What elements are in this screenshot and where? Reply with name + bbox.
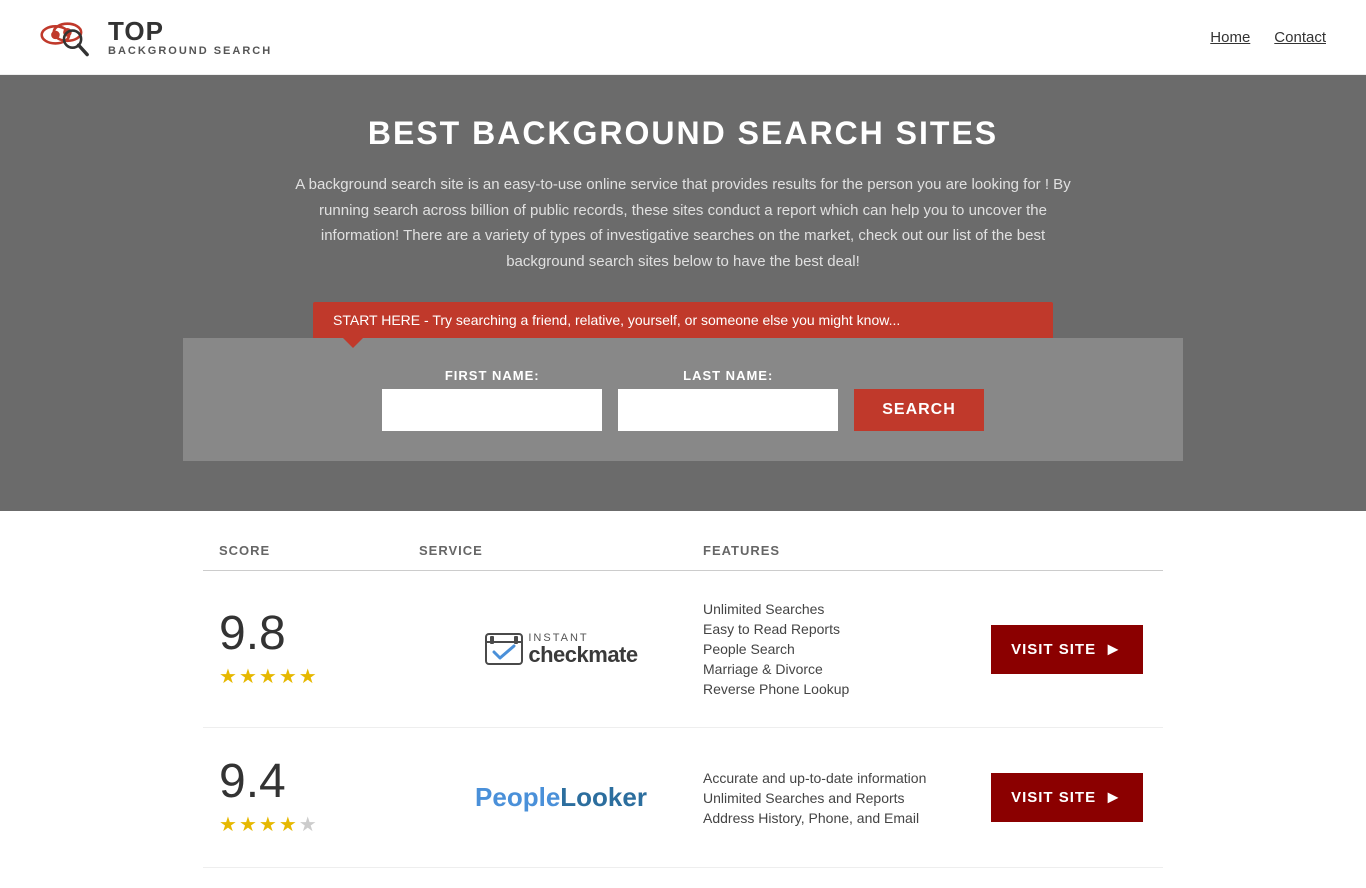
star-2: ★ [239,812,257,837]
star-5: ★ [299,812,317,837]
first-name-group: FIRST NAME: [382,368,602,431]
search-button[interactable]: SEARCH [854,389,984,431]
service-cell: PeopleLooker [419,782,703,813]
logo: TOP BACKGROUND SEARCH [40,12,272,62]
checkmate-logo-icon [484,632,524,666]
star-3: ★ [259,664,277,689]
first-name-input[interactable] [382,389,602,431]
hero-description: A background search site is an easy-to-u… [293,172,1073,274]
last-name-group: LAST NAME: [618,368,838,431]
last-name-input[interactable] [618,389,838,431]
checkmate-text: instant checkmate [528,633,637,666]
feature-item: Unlimited Searches [703,601,987,617]
feature-item: People Search [703,641,987,657]
feature-item: Unlimited Searches and Reports [703,790,987,806]
header-score: SCORE [219,543,419,558]
table-header: SCORE SERVICE FEATURES [203,531,1163,571]
feature-item: Easy to Read Reports [703,621,987,637]
star-1: ★ [219,664,237,689]
arrow-icon: ► [1104,787,1123,808]
table-row: 9.4 ★ ★ ★ ★ ★ PeopleLooker Accurate and … [203,728,1163,868]
score-value: 9.4 [219,758,286,806]
header-features: FEATURES [703,543,987,558]
last-name-label: LAST NAME: [618,368,838,383]
logo-icon [40,12,100,62]
star-2: ★ [239,664,257,689]
search-callout: START HERE - Try searching a friend, rel… [313,302,1053,338]
main-nav: Home Contact [1210,29,1326,46]
visit-site-button[interactable]: VISIT SITE ► [991,625,1143,674]
star-3: ★ [259,812,277,837]
visit-site-label: VISIT SITE [1011,789,1096,806]
service-cell: instant checkmate [419,632,703,666]
looker-text: Looker [560,782,647,812]
results-section: SCORE SERVICE FEATURES 9.8 ★ ★ ★ ★ ★ [183,511,1183,888]
star-rating: ★ ★ ★ ★ ★ [219,664,317,689]
feature-item: Marriage & Divorce [703,661,987,677]
logo-bottom-text: BACKGROUND SEARCH [108,45,272,57]
page-title: BEST BACKGROUND SEARCH SITES [20,115,1346,152]
table-row: 9.8 ★ ★ ★ ★ ★ instant [203,571,1163,728]
people-text: People [475,782,560,812]
peoplelooker-logo: PeopleLooker [475,782,647,813]
checkmate-logo: instant checkmate [484,632,637,666]
hero-section: BEST BACKGROUND SEARCH SITES A backgroun… [0,75,1366,511]
star-4: ★ [279,664,297,689]
visit-cell: VISIT SITE ► [987,625,1147,674]
search-form: FIRST NAME: LAST NAME: SEARCH [183,338,1183,461]
star-1: ★ [219,812,237,837]
nav-contact[interactable]: Contact [1274,29,1326,46]
checkmate-name: checkmate [528,644,637,666]
first-name-label: FIRST NAME: [382,368,602,383]
visit-cell: VISIT SITE ► [987,773,1147,822]
score-cell: 9.4 ★ ★ ★ ★ ★ [219,758,419,837]
arrow-icon: ► [1104,639,1123,660]
header-action [987,543,1147,558]
logo-text: TOP BACKGROUND SEARCH [108,17,272,58]
feature-item: Accurate and up-to-date information [703,770,987,786]
site-header: TOP BACKGROUND SEARCH Home Contact [0,0,1366,75]
feature-item: Reverse Phone Lookup [703,681,987,697]
star-rating: ★ ★ ★ ★ ★ [219,812,317,837]
star-5: ★ [299,664,317,689]
features-cell: Accurate and up-to-date information Unli… [703,770,987,826]
feature-item: Address History, Phone, and Email [703,810,987,826]
score-cell: 9.8 ★ ★ ★ ★ ★ [219,610,419,689]
logo-top-text: TOP [108,17,272,46]
score-value: 9.8 [219,610,286,658]
header-service: SERVICE [419,543,703,558]
nav-home[interactable]: Home [1210,29,1250,46]
star-4: ★ [279,812,297,837]
visit-site-label: VISIT SITE [1011,641,1096,658]
visit-site-button[interactable]: VISIT SITE ► [991,773,1143,822]
features-cell: Unlimited Searches Easy to Read Reports … [703,601,987,697]
